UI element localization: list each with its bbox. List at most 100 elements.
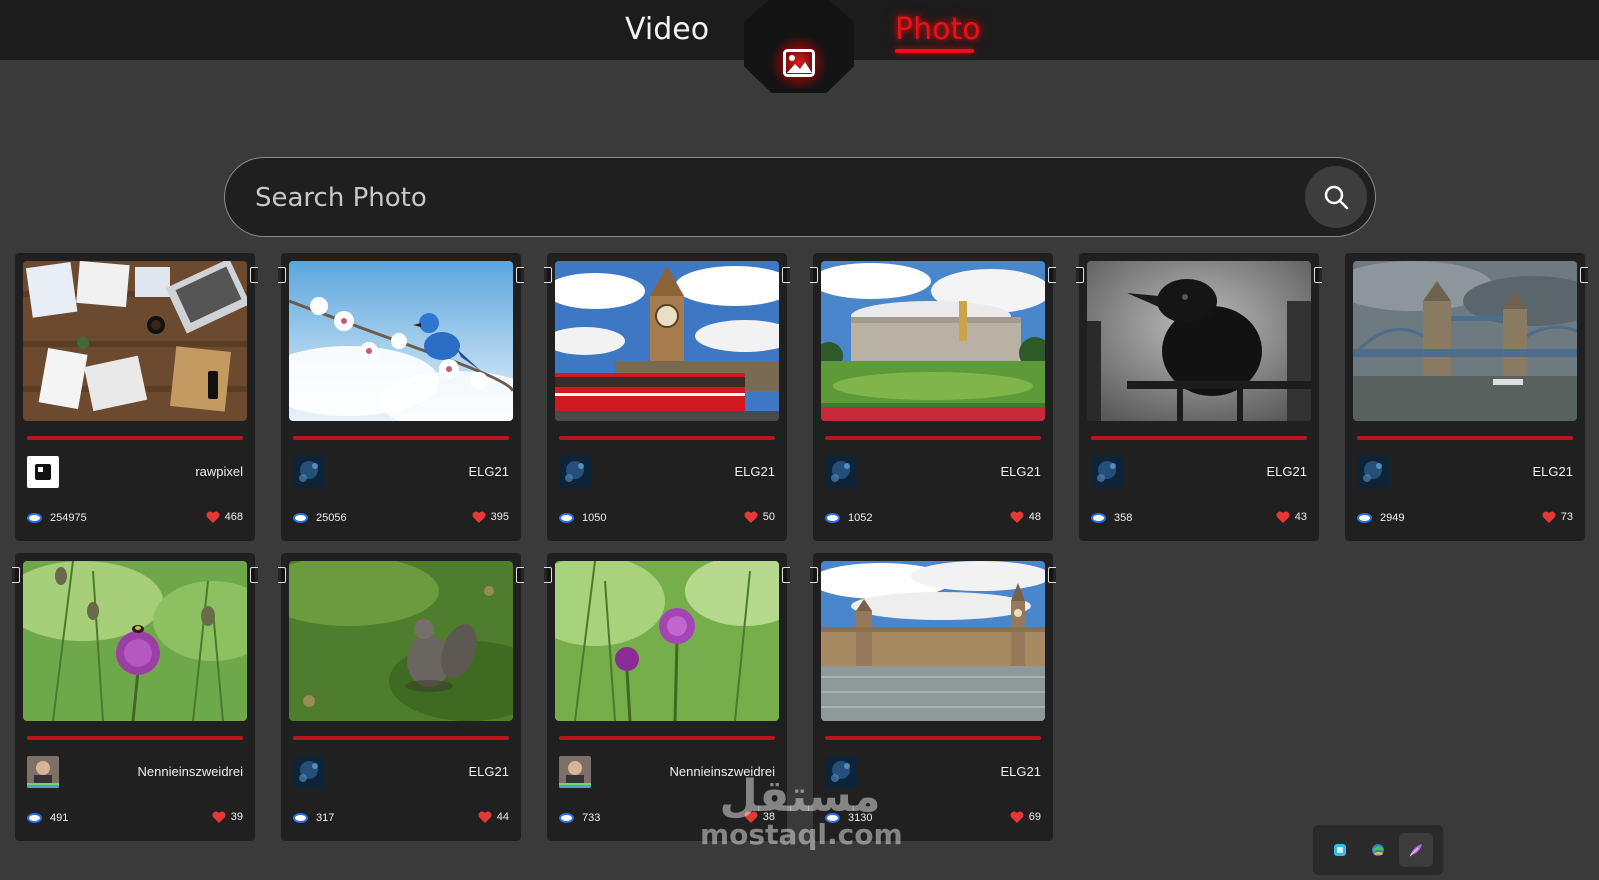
likes-value: 395 — [490, 511, 509, 523]
author-name[interactable]: ELG21 — [1533, 464, 1573, 479]
photo-card[interactable]: rawpixel 254975 468 — [15, 253, 258, 541]
eye-icon — [1357, 513, 1372, 523]
heart-icon — [1276, 511, 1290, 523]
photo-card[interactable]: ELG21 2949 73 — [1345, 253, 1588, 541]
card-divider — [1357, 436, 1573, 440]
photo-card[interactable]: ELG21 1050 50 — [544, 253, 790, 541]
active-tab-underline — [895, 49, 974, 53]
bookmark-icon[interactable] — [782, 267, 790, 283]
card-divider — [27, 436, 243, 440]
like-count[interactable]: 44 — [478, 811, 509, 823]
like-count[interactable]: 43 — [1276, 511, 1307, 523]
photo-thumbnail[interactable] — [821, 561, 1045, 721]
avatar[interactable] — [293, 456, 325, 488]
author-name[interactable]: ELG21 — [469, 464, 509, 479]
photo-thumbnail[interactable] — [289, 561, 513, 721]
card-divider — [293, 436, 509, 440]
view-count: 733 — [559, 812, 600, 824]
eye-icon — [27, 513, 42, 523]
feather-icon — [1409, 844, 1422, 857]
views-value: 733 — [582, 812, 601, 824]
avatar[interactable] — [1357, 456, 1389, 488]
select-icon[interactable] — [278, 567, 286, 583]
avatar[interactable] — [27, 756, 59, 788]
photo-thumbnail[interactable] — [1087, 261, 1311, 421]
tab-photo[interactable]: Photo — [895, 12, 981, 47]
like-count[interactable]: 395 — [472, 511, 509, 523]
like-count[interactable]: 39 — [212, 811, 243, 823]
avatar[interactable] — [27, 456, 59, 488]
heart-icon — [1010, 511, 1024, 523]
card-divider — [293, 736, 509, 740]
eye-icon — [293, 813, 308, 823]
dock-item-app[interactable] — [1323, 833, 1357, 867]
photo-card[interactable]: ELG21 317 44 — [278, 553, 524, 841]
like-count[interactable]: 50 — [744, 511, 775, 523]
bookmark-icon[interactable] — [1580, 267, 1588, 283]
views-value: 358 — [1114, 512, 1133, 524]
image-icon — [770, 38, 828, 88]
like-count[interactable]: 73 — [1542, 511, 1573, 523]
dock-item-globe[interactable] — [1361, 833, 1395, 867]
author-name[interactable]: ELG21 — [1001, 464, 1041, 479]
eye-icon — [559, 513, 574, 523]
bookmark-icon[interactable] — [782, 567, 790, 583]
photo-thumbnail[interactable] — [555, 561, 779, 721]
photo-thumbnail[interactable] — [23, 261, 247, 421]
dock-item-feather[interactable] — [1399, 833, 1433, 867]
like-count[interactable]: 48 — [1010, 511, 1041, 523]
select-icon[interactable] — [278, 267, 286, 283]
like-count[interactable]: 69 — [1010, 811, 1041, 823]
avatar[interactable] — [293, 756, 325, 788]
select-icon[interactable] — [1076, 267, 1084, 283]
search-input[interactable] — [255, 176, 1255, 220]
select-icon[interactable] — [544, 567, 552, 583]
bookmark-icon[interactable] — [516, 567, 524, 583]
author-name[interactable]: ELG21 — [735, 464, 775, 479]
heart-icon — [1542, 511, 1556, 523]
avatar[interactable] — [825, 456, 857, 488]
author-name[interactable]: ELG21 — [1001, 764, 1041, 779]
select-icon[interactable] — [544, 267, 552, 283]
heart-icon — [1010, 811, 1024, 823]
views-value: 25056 — [316, 512, 347, 524]
watermark-latin: mostaql.com — [700, 818, 903, 851]
photo-card[interactable]: ELG21 358 43 — [1076, 253, 1322, 541]
bookmark-icon[interactable] — [250, 267, 258, 283]
select-icon[interactable] — [12, 567, 20, 583]
bookmark-icon[interactable] — [250, 567, 258, 583]
view-count: 1050 — [559, 512, 606, 524]
author-name[interactable]: ELG21 — [469, 764, 509, 779]
bookmark-icon[interactable] — [1048, 267, 1056, 283]
eye-icon — [559, 813, 574, 823]
view-count: 25056 — [293, 512, 347, 524]
avatar[interactable] — [559, 756, 591, 788]
author-name[interactable]: rawpixel — [195, 464, 243, 479]
heart-icon — [744, 511, 758, 523]
photo-thumbnail[interactable] — [289, 261, 513, 421]
select-icon[interactable] — [810, 567, 818, 583]
tab-video[interactable]: Video — [625, 12, 709, 47]
photo-card[interactable]: ELG21 1052 48 — [810, 253, 1056, 541]
heart-icon — [212, 811, 226, 823]
author-name[interactable]: Nennieinszweidrei — [138, 764, 244, 779]
photo-thumbnail[interactable] — [1353, 261, 1577, 421]
bookmark-icon[interactable] — [1048, 567, 1056, 583]
photo-card[interactable]: Nennieinszweidrei 491 39 — [12, 553, 258, 841]
select-icon[interactable] — [810, 267, 818, 283]
photo-card[interactable]: ELG21 25056 395 — [278, 253, 524, 541]
eye-icon — [1091, 513, 1106, 523]
views-value: 1052 — [848, 512, 873, 524]
photo-thumbnail[interactable] — [23, 561, 247, 721]
avatar[interactable] — [559, 456, 591, 488]
photo-thumbnail[interactable] — [821, 261, 1045, 421]
author-name[interactable]: ELG21 — [1267, 464, 1307, 479]
bookmark-icon[interactable] — [1314, 267, 1322, 283]
like-count[interactable]: 468 — [206, 511, 243, 523]
likes-value: 468 — [224, 511, 243, 523]
photo-thumbnail[interactable] — [555, 261, 779, 421]
search-button[interactable] — [1305, 166, 1367, 228]
avatar[interactable] — [1091, 456, 1123, 488]
bookmark-icon[interactable] — [516, 267, 524, 283]
watermark-arabic: مستقل — [719, 771, 881, 822]
